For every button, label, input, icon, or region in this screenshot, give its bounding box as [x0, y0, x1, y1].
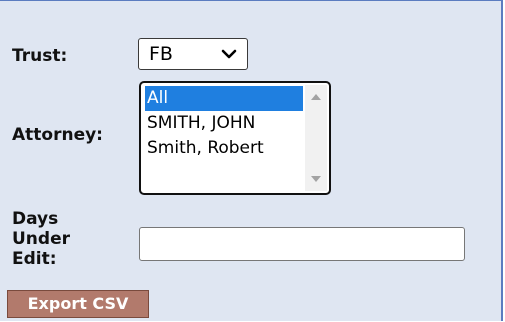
attorney-label: Attorney:: [12, 125, 103, 145]
trust-select[interactable]: FB: [138, 38, 248, 70]
scroll-down-arrow-icon[interactable]: [310, 175, 322, 183]
attorney-option-all[interactable]: All: [145, 86, 303, 111]
days-under-edit-label: Days Under Edit:: [12, 209, 122, 269]
attorney-options: All SMITH, JOHN Smith, Robert: [145, 86, 303, 161]
under-label-line: Under: [12, 229, 70, 249]
edit-label-line: Edit:: [12, 249, 57, 269]
filter-panel: Trust: FB Attorney: All SMITH, JOHN Smit…: [0, 0, 503, 321]
days-label-line: Days: [12, 209, 59, 229]
trust-selected-value: FB: [149, 43, 173, 65]
scroll-up-arrow-icon[interactable]: [310, 93, 322, 101]
export-csv-button[interactable]: Export CSV: [7, 290, 149, 318]
trust-label: Trust:: [12, 46, 68, 66]
chevron-down-icon: [221, 49, 237, 59]
attorney-listbox[interactable]: All SMITH, JOHN Smith, Robert: [139, 81, 331, 195]
attorney-option-smith-robert[interactable]: Smith, Robert: [145, 136, 303, 161]
listbox-scrollbar[interactable]: [305, 85, 327, 191]
attorney-option-smith-john[interactable]: SMITH, JOHN: [145, 111, 303, 136]
days-under-edit-input[interactable]: [139, 227, 465, 261]
